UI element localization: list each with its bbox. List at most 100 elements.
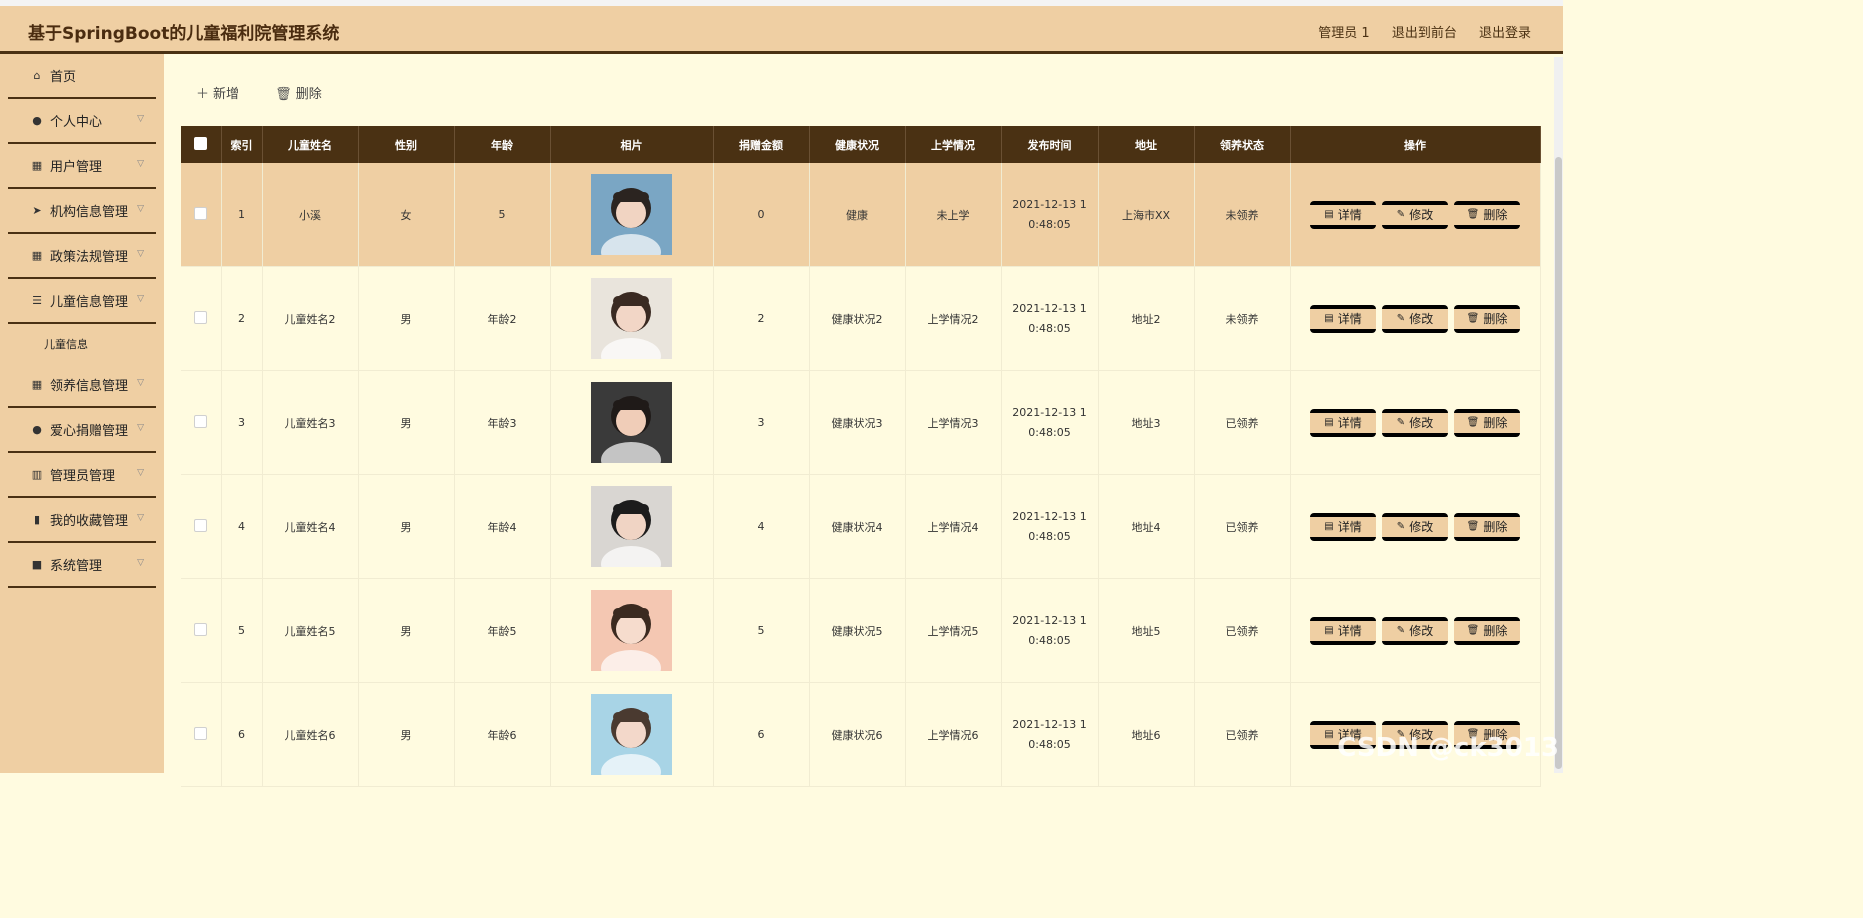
chevron-down-icon: ▽ [137,558,144,568]
scrollbar[interactable] [1554,57,1563,773]
detail-button[interactable]: ▤ 详情 [1310,616,1376,645]
chevron-down-icon: ▽ [137,468,144,478]
row-checkbox[interactable] [194,726,208,740]
cell-donation: 0 [713,163,810,267]
detail-button[interactable]: ▤ 详情 [1310,408,1376,437]
table-row[interactable]: 1 小溪女 5 0 健康 未上学 2021-12-13 1 0:48:05 上海市XX 未领养 ▤ 详… [181,163,1541,267]
edit-label: 修改 [1409,312,1434,326]
app-title: 基于SpringBoot的儿童福利院管理系统 [28,24,340,44]
home-icon: ⌂ [33,69,41,82]
child-photo[interactable] [591,590,672,671]
cell-name: 儿童姓名3 [262,370,359,475]
detail-button[interactable]: ▤ 详情 [1310,304,1376,333]
sidebar-item-0[interactable]: ⌂ 首页 [8,54,156,99]
column-header-name: 儿童姓名 [262,126,359,163]
cell-actions: ▤ 详情 ✎ 修改 🗑 删除 [1290,474,1541,579]
delete-button[interactable]: 🗑 删除 [1454,408,1520,437]
sidebar-item-label: 用户管理 [50,160,103,175]
cell-sex: 男 [358,370,455,475]
cell-age: 年龄6 [454,682,551,787]
sidebar-item-8[interactable]: ▥ 管理员管理 ▽ [8,453,156,498]
table-row[interactable]: 2 儿童姓名2 男年龄2 2 健康状况2 上学情况2 2021-12-13 1 0:48:05… [181,266,1541,371]
cell-age: 年龄4 [454,474,551,579]
cell-photo [550,370,714,475]
cell-address: 地址4 [1098,474,1195,579]
sidebar-item-7[interactable]: ● 爱心捐赠管理 ▽ [8,408,156,453]
sidebar-item-label: 儿童信息管理 [50,295,129,310]
time-line-2: 0:48:05 [1028,321,1071,335]
edit-button[interactable]: ✎ 修改 [1382,304,1448,333]
cell-name: 小溪 [262,163,359,267]
row-checkbox[interactable] [194,310,208,324]
cell-photo [550,474,714,579]
row-select-cell [181,266,222,371]
pencil-icon: ✎ [1396,209,1406,220]
cell-health: 健康状况5 [809,578,906,683]
cell-actions: ▤ 详情 ✎ 修改 🗑 删除 [1290,370,1541,475]
delete-button[interactable]: 🗑 删除 [1454,512,1520,541]
table-row[interactable]: 4 儿童姓名4 男年龄4 4 健康状况4 上学情况4 2021-12-13 1 0:48:05… [181,474,1541,579]
cell-name: 儿童姓名6 [262,682,359,787]
sidebar-item-6[interactable]: ▦ 领养信息管理 ▽ [8,363,156,408]
cell-name: 儿童姓名4 [262,474,359,579]
row-select-cell [181,682,222,787]
toolbar: ＋新增 🗑 删除 [196,83,354,102]
cell-photo [550,163,714,267]
child-photo[interactable] [591,278,672,359]
row-checkbox[interactable] [194,414,208,428]
cell-sex: 男 [358,266,455,371]
row-checkbox[interactable] [194,622,208,636]
sidebar-item-10[interactable]: ■ 系统管理 ▽ [8,543,156,588]
sidebar-item-2[interactable]: ▦ 用户管理 ▽ [8,144,156,189]
delete-button[interactable]: 🗑 删除 [1454,616,1520,645]
edit-button[interactable]: ✎ 修改 [1382,200,1448,229]
child-photo[interactable] [591,174,672,255]
user-icon: ● [32,423,42,436]
document-icon: ▤ [1324,209,1334,220]
detail-button[interactable]: ▤ 详情 [1310,512,1376,541]
sidebar-subitem-5-0[interactable]: 儿童信息 [8,324,156,363]
sidebar-item-1[interactable]: ● 个人中心 ▽ [8,99,156,144]
delete-button[interactable]: 🗑 删除 [1454,304,1520,333]
chevron-down-icon: ▽ [137,249,144,259]
logout-link[interactable]: 退出登录 [1479,26,1531,41]
select-all-checkbox[interactable] [194,136,208,150]
child-photo[interactable] [591,486,672,567]
detail-label: 详情 [1337,416,1362,430]
cell-sex: 女 [358,163,455,267]
cell-time: 2021-12-13 1 0:48:05 [1001,266,1099,371]
sidebar-item-3[interactable]: ➤ 机构信息管理 ▽ [8,189,156,234]
document-icon: ▤ [1324,313,1334,324]
delete-button[interactable]: 🗑 删除 [1454,200,1520,229]
edit-button[interactable]: ✎ 修改 [1382,616,1448,645]
table-row[interactable]: 5 儿童姓名5 男年龄5 5 健康状况5 上学情况5 2021-12-13 1 0:48:05… [181,578,1541,683]
child-photo[interactable] [591,382,672,463]
time-line-2: 0:48:05 [1028,217,1071,231]
time-line-2: 0:48:05 [1028,633,1071,647]
sidebar-item-5[interactable]: ☰ 儿童信息管理 ▽ [8,279,156,324]
edit-button[interactable]: ✎ 修改 [1382,512,1448,541]
edit-button[interactable]: ✎ 修改 [1382,408,1448,437]
column-header-sex: 性别 [358,126,455,163]
detail-button[interactable]: ▤ 详情 [1310,200,1376,229]
table-row[interactable]: 6 儿童姓名6 男年龄6 6 健康状况6 上学情况6 2021-12-13 1 0:48:05… [181,682,1541,787]
clipboard-icon: ■ [31,558,43,571]
batch-delete-button[interactable]: 🗑 删除 [275,83,322,102]
exit-to-front-link[interactable]: 退出到前台 [1392,26,1457,41]
app-header: 基于SpringBoot的儿童福利院管理系统 管理员 1 退出到前台 退出登录 [0,6,1563,54]
sidebar-item-4[interactable]: ▦ 政策法规管理 ▽ [8,234,156,279]
chevron-down-icon: ▽ [137,204,144,214]
cell-index: 2 [221,266,263,371]
sidebar-item-9[interactable]: ▮ 我的收藏管理 ▽ [8,498,156,543]
cell-time: 2021-12-13 1 0:48:05 [1001,682,1099,787]
row-checkbox[interactable] [194,518,208,532]
document-icon: ▤ [1324,417,1334,428]
row-checkbox[interactable] [194,206,208,220]
scrollbar-thumb[interactable] [1555,157,1562,769]
add-button-label: 新增 [213,87,240,102]
add-button[interactable]: ＋新增 [196,83,239,102]
trash-icon: 🗑 [1466,209,1480,220]
child-photo[interactable] [591,694,672,775]
table-row[interactable]: 3 儿童姓名3 男年龄3 3 健康状况3 上学情况3 2021-12-13 1 0:48:05… [181,370,1541,475]
header-links: 管理员 1 退出到前台 退出登录 [1300,22,1531,41]
